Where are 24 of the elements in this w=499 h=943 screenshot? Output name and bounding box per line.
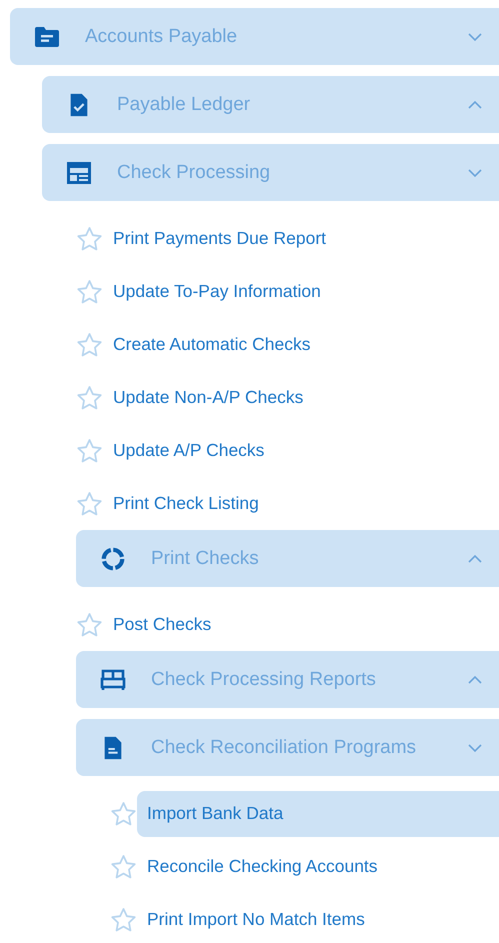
star-icon[interactable] [110, 854, 137, 880]
star-icon[interactable] [76, 278, 103, 304]
loading-circle-icon [100, 546, 126, 570]
menu-item[interactable]: Update A/P Checks [103, 428, 499, 474]
menu-item[interactable]: Import Bank Data [137, 790, 499, 836]
folder-icon [34, 24, 60, 48]
star-icon[interactable] [76, 612, 103, 638]
menu-item[interactable]: Update Non-A/P Checks [103, 374, 499, 420]
calendar-icon [66, 160, 92, 184]
menu-item[interactable]: Print Payments Due Report [103, 216, 499, 262]
menu-item[interactable]: Print Check Listing [103, 480, 499, 526]
menu-item[interactable]: Create Automatic Checks [103, 322, 499, 368]
star-icon[interactable] [76, 490, 103, 516]
menu-item[interactable]: Update To-Pay Information [103, 268, 499, 314]
menu-item[interactable]: Print Import No Match Items [137, 896, 499, 942]
star-icon[interactable] [110, 906, 137, 932]
star-icon[interactable] [110, 800, 137, 826]
menu-item[interactable]: Post Checks [103, 602, 499, 648]
star-icon[interactable] [76, 332, 103, 358]
menu-item[interactable]: Reconcile Checking Accounts [137, 844, 499, 890]
star-icon[interactable] [76, 226, 103, 252]
star-icon[interactable] [76, 384, 103, 410]
bed-icon [100, 668, 126, 692]
star-icon[interactable] [76, 438, 103, 464]
